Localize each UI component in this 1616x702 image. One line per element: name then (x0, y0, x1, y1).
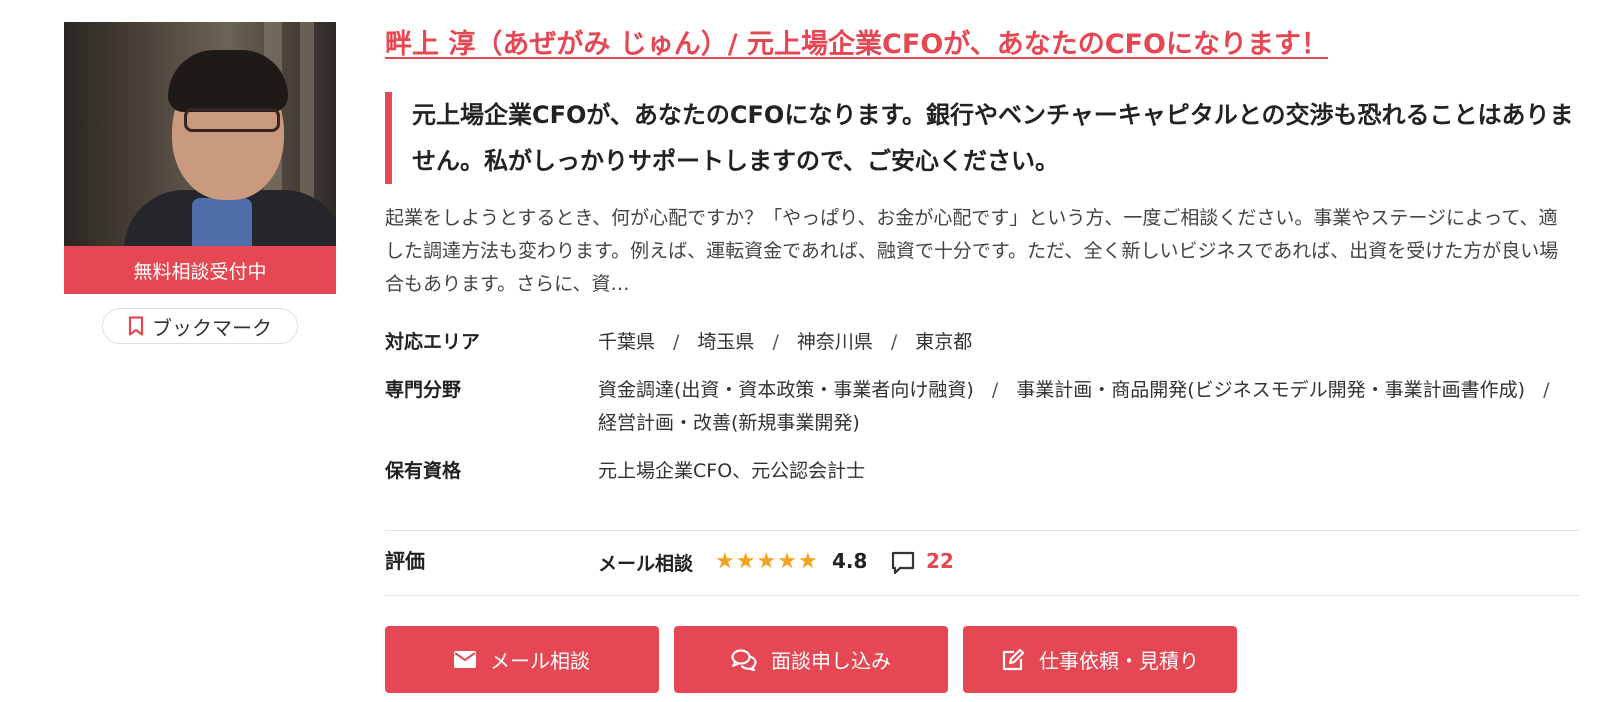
chat-bubbles-icon (731, 648, 757, 671)
qualification-row: 保有資格 元上場企業CFO、元公認会計士 (385, 455, 1580, 488)
field-label: 専門分野 (385, 379, 462, 401)
job-request-button[interactable]: 仕事依頼・見積り (963, 626, 1237, 693)
meeting-request-button[interactable]: 面談申し込み (674, 626, 948, 693)
bookmark-icon (128, 316, 144, 336)
separator: / (890, 331, 898, 353)
evaluation-section: 評価 メール相談 ★ ★ ★ ★ ★ 4.8 22 (385, 530, 1580, 596)
photo-shirt (192, 198, 252, 246)
star-icon: ★ (756, 549, 777, 574)
edit-icon (1002, 648, 1025, 670)
star-icon: ★ (797, 549, 818, 574)
job-request-label: 仕事依頼・見積り (1039, 649, 1199, 673)
profile-photo[interactable] (64, 22, 336, 246)
bookmark-button[interactable]: ブックマーク (102, 308, 298, 344)
action-buttons: メール相談 面談申し込み 仕事依頼・見積り (385, 626, 1237, 693)
field-row: 専門分野 資金調達(出資・資本政策・事業者向け融資) / 事業計画・商品開発(ビジネ… (385, 374, 1580, 440)
area-row: 対応エリア 千葉県 / 埼玉県 / 神奈川県 / 東京都 (385, 326, 1580, 359)
separator: / (772, 331, 779, 353)
area-label: 対応エリア (385, 331, 481, 353)
qualification-value: 元上場企業CFO、元公認会計士 (598, 460, 866, 482)
rating-score: 4.8 (832, 549, 868, 573)
bookmark-label: ブックマーク (152, 315, 272, 340)
star-icon: ★ (735, 549, 756, 574)
separator: / (673, 331, 680, 353)
field-item: 経営計画・改善(新規事業開発) (598, 412, 860, 434)
field-item: 資金調達(出資・資本政策・事業者向け融資) (598, 379, 974, 401)
mail-consult-label: メール相談 (490, 649, 590, 673)
area-item: 千葉県 (598, 331, 656, 353)
area-item: 東京都 (915, 331, 973, 353)
evaluation-label: 評価 (385, 549, 425, 573)
field-value: 資金調達(出資・資本政策・事業者向け融資) / 事業計画・商品開発(ビジネスモデル開… (598, 374, 1580, 440)
star-icon: ★ (715, 549, 735, 574)
meeting-request-label: 面談申し込み (771, 649, 891, 673)
envelope-icon (454, 651, 476, 668)
area-item: 神奈川県 (796, 331, 873, 353)
area-value: 千葉県 / 埼玉県 / 神奈川県 / 東京都 (598, 326, 1580, 359)
separator: / (1543, 379, 1550, 401)
profile-title-link[interactable]: 畔上 淳（あぜがみ じゅん）/ 元上場企業CFOが、あなたのCFOになります！ (385, 22, 1328, 61)
comment-icon[interactable] (890, 550, 916, 576)
star-rating: ★ ★ ★ ★ ★ (715, 551, 818, 573)
review-count-link[interactable]: 22 (926, 549, 954, 573)
field-item: 事業計画・商品開発(ビジネスモデル開発・事業計画書作成) (1016, 379, 1526, 401)
evaluation-type: メール相談 (598, 553, 694, 575)
profile-info: 対応エリア 千葉県 / 埼玉県 / 神奈川県 / 東京都 専門分野 資金調達(出資・資本政策… (385, 326, 1580, 503)
photo-glasses (184, 108, 280, 132)
profile-sidebar: 無料相談受付中 ブックマーク (64, 22, 336, 344)
star-icon: ★ (777, 549, 797, 574)
area-item: 埼玉県 (697, 331, 755, 353)
photo-hair (168, 50, 288, 112)
catchphrase: 元上場企業CFOが、あなたのCFOになります。銀行やベンチャーキャピタルとの交渉… (385, 92, 1580, 184)
qualification-label: 保有資格 (385, 460, 462, 482)
free-consultation-badge: 無料相談受付中 (64, 246, 336, 294)
separator: / (991, 379, 999, 401)
mail-consult-button[interactable]: メール相談 (385, 626, 659, 693)
profile-description: 起業をしようとするとき、何が心配ですか？「やっぱり、お金が心配です」という方、一… (385, 207, 1559, 295)
